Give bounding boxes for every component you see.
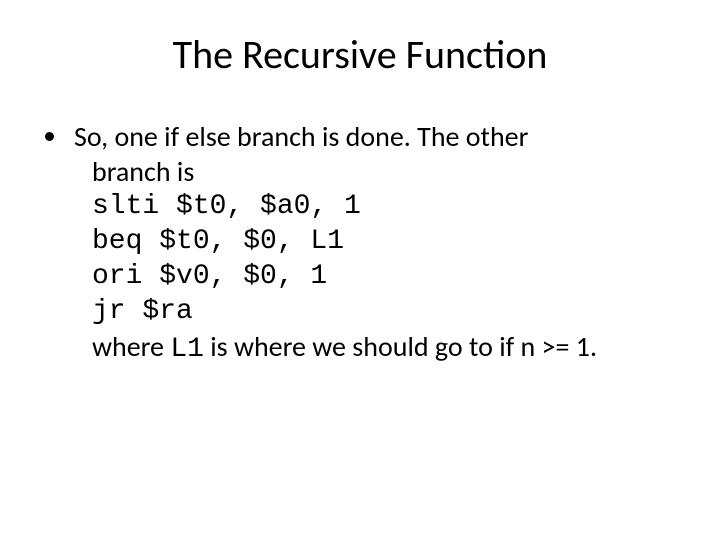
code-line-3: ori $v0, $0, 1 [92, 259, 680, 294]
bullet-lead-line1: So, one if else branch is done. The othe… [74, 119, 528, 154]
code-line-4: jr $ra [92, 294, 680, 329]
bullet-lead-line2: branch is [92, 154, 680, 189]
tail-post: is where we should go to if n >= 1. [204, 329, 597, 364]
code-line-1: slti $t0, $a0, 1 [92, 189, 680, 224]
bullet-item: So, one if else branch is done. The othe… [70, 119, 680, 367]
slide: The Recursive Function So, one if else b… [0, 0, 720, 540]
slide-body: So, one if else branch is done. The othe… [40, 119, 680, 367]
slide-title: The Recursive Function [40, 30, 680, 79]
tail-pre: where [92, 329, 170, 364]
tail-code: L1 [170, 334, 204, 365]
bullet-list: So, one if else branch is done. The othe… [40, 119, 680, 367]
bullet-tail: where L1 is where we should go to if n >… [92, 329, 680, 367]
code-line-2: beq $t0, $0, L1 [92, 224, 680, 259]
